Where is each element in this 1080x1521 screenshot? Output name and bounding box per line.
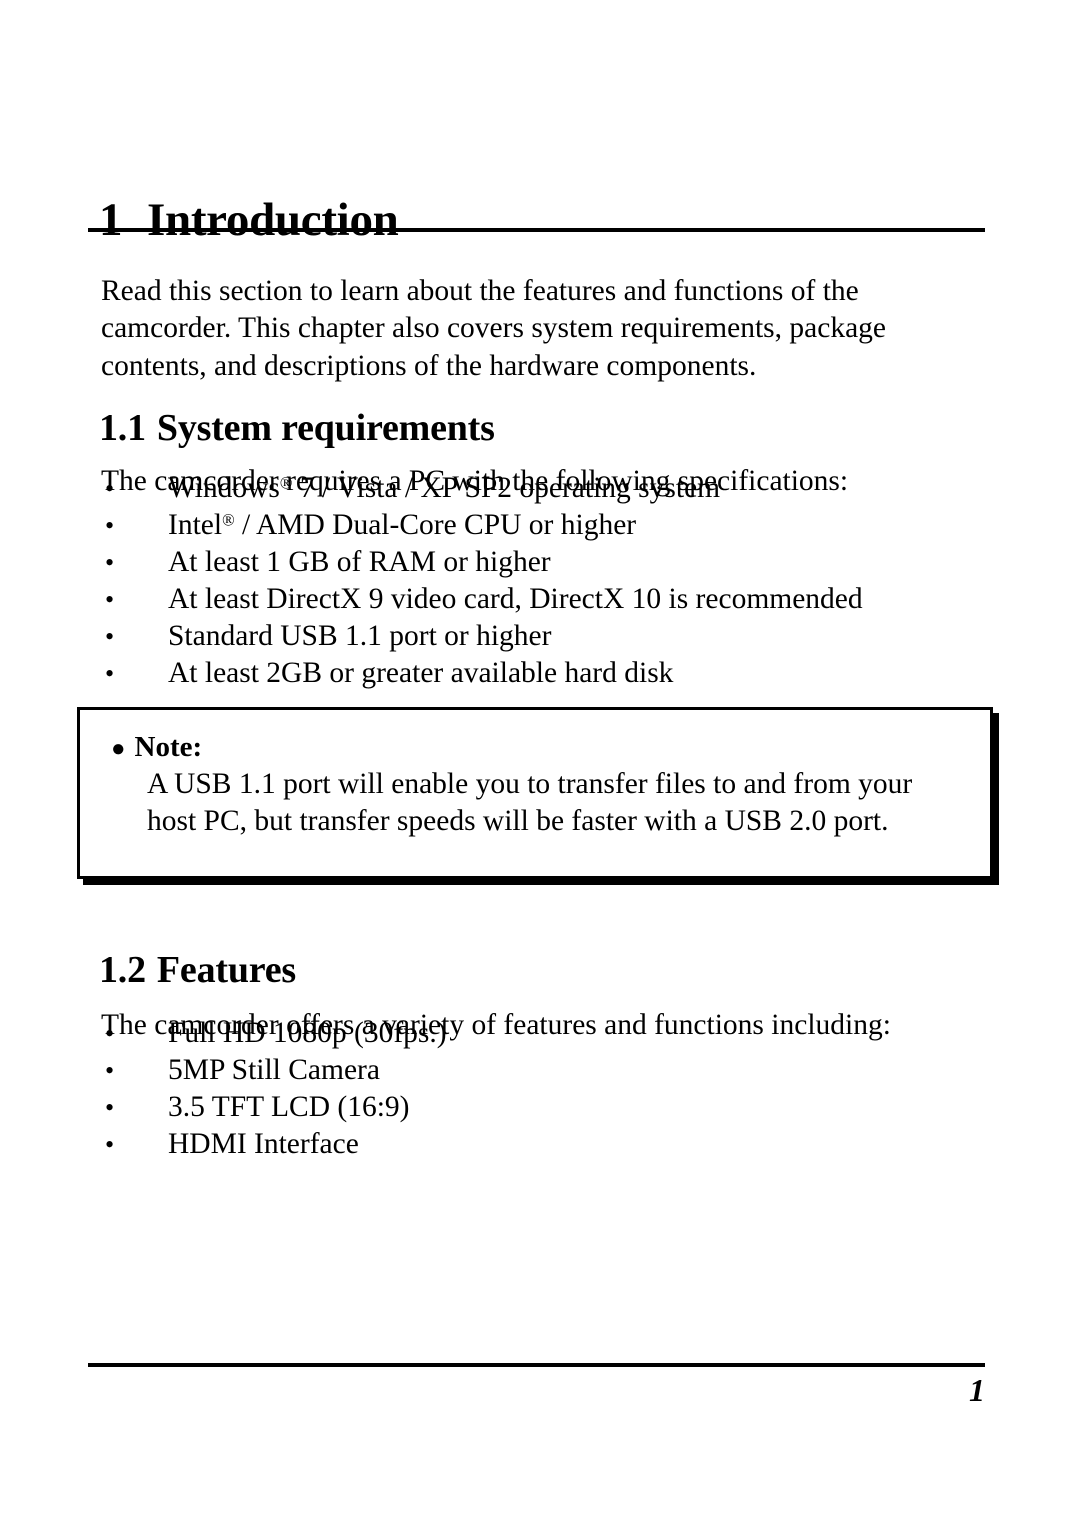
document-page: 1 Introduction Read this section to learn…	[0, 0, 1080, 1521]
list-item-text-prefix: Full HD 1080p (30fps.)	[168, 1017, 447, 1049]
section-number: 1.2	[99, 948, 146, 991]
bullet-icon: •	[105, 1019, 115, 1048]
list-item-text-prefix: Windows	[168, 472, 280, 504]
section-number: 1.1	[99, 406, 146, 449]
list-item-text-prefix: At least 1 GB of RAM or higher	[168, 546, 551, 578]
list-item-text-prefix: 3.5 TFT LCD (16:9)	[168, 1091, 410, 1123]
list-item: • Intel® / AMD Dual-Core CPU or higher	[101, 507, 981, 544]
list-item-text-prefix: 5MP Still Camera	[168, 1054, 380, 1086]
chapter-title: Introduction	[147, 194, 399, 247]
list-item: • At least DirectX 9 video card, DirectX…	[101, 581, 981, 618]
list-item-text-suffix: / AMD Dual-Core CPU or higher	[234, 509, 637, 541]
registered-trademark-icon: ®	[222, 510, 235, 530]
system-requirements-list: • Windows® 7 / Vista / XP SP2 operating …	[101, 470, 981, 692]
bullet-icon: •	[105, 659, 115, 688]
section-heading-system-requirements: 1.1 System requirements	[99, 406, 495, 450]
list-item-text-prefix: Intel	[168, 509, 223, 541]
chapter-heading: 1 Introduction	[99, 194, 989, 247]
list-item: • Full HD 1080p (30fps.)	[101, 1015, 981, 1052]
list-item-text-suffix: 7 / Vista / XP SP2 operating system	[292, 472, 721, 504]
list-item: • Windows® 7 / Vista / XP SP2 operating …	[101, 470, 981, 507]
section-title: Features	[156, 948, 297, 991]
section-heading-features: 1.2 Features	[99, 948, 296, 992]
list-item-text-prefix: At least DirectX 9 video card, DirectX 1…	[168, 583, 863, 615]
page-number: 1	[969, 1372, 985, 1408]
list-item: • 3.5 TFT LCD (16:9)	[101, 1089, 981, 1126]
registered-trademark-icon: ®	[279, 473, 293, 493]
list-item-text-prefix: At least 2GB or greater available hard d…	[168, 657, 674, 689]
footer-rule	[88, 1363, 985, 1367]
chapter-number: 1	[99, 194, 123, 247]
note-bullet-icon: ●	[111, 736, 126, 762]
bullet-icon: •	[105, 622, 115, 651]
bullet-icon: •	[105, 511, 115, 540]
bullet-icon: •	[105, 1056, 115, 1085]
section-title: System requirements	[156, 406, 495, 449]
list-item: • At least 2GB or greater available hard…	[101, 655, 981, 692]
list-item: • HDMI Interface	[101, 1126, 981, 1163]
list-item: • Standard USB 1.1 port or higher	[101, 618, 981, 655]
list-item-text-prefix: Standard USB 1.1 port or higher	[168, 620, 552, 652]
bullet-icon: •	[105, 474, 115, 503]
chapter-heading-rule	[88, 228, 985, 232]
list-item: • At least 1 GB of RAM or higher	[101, 544, 981, 581]
bullet-icon: •	[105, 1093, 115, 1122]
bullet-icon: •	[105, 1130, 115, 1159]
list-item: • 5MP Still Camera	[101, 1052, 981, 1089]
bullet-icon: •	[105, 548, 115, 577]
note-callout-box: ● Note: A USB 1.1 port will enable you to…	[77, 707, 993, 879]
features-list: • Full HD 1080p (30fps.) • 5MP Still Cam…	[101, 1015, 981, 1163]
note-label-text: Note:	[134, 731, 203, 763]
note-label: ● Note:	[111, 729, 202, 767]
chapter-intro-paragraph: Read this section to learn about the fea…	[101, 274, 887, 382]
bullet-icon: •	[105, 585, 115, 614]
note-callout: ● Note: A USB 1.1 port will enable you to…	[77, 707, 999, 885]
list-item-text-prefix: HDMI Interface	[168, 1128, 359, 1160]
note-body-text: A USB 1.1 port will enable you to transf…	[147, 768, 913, 837]
